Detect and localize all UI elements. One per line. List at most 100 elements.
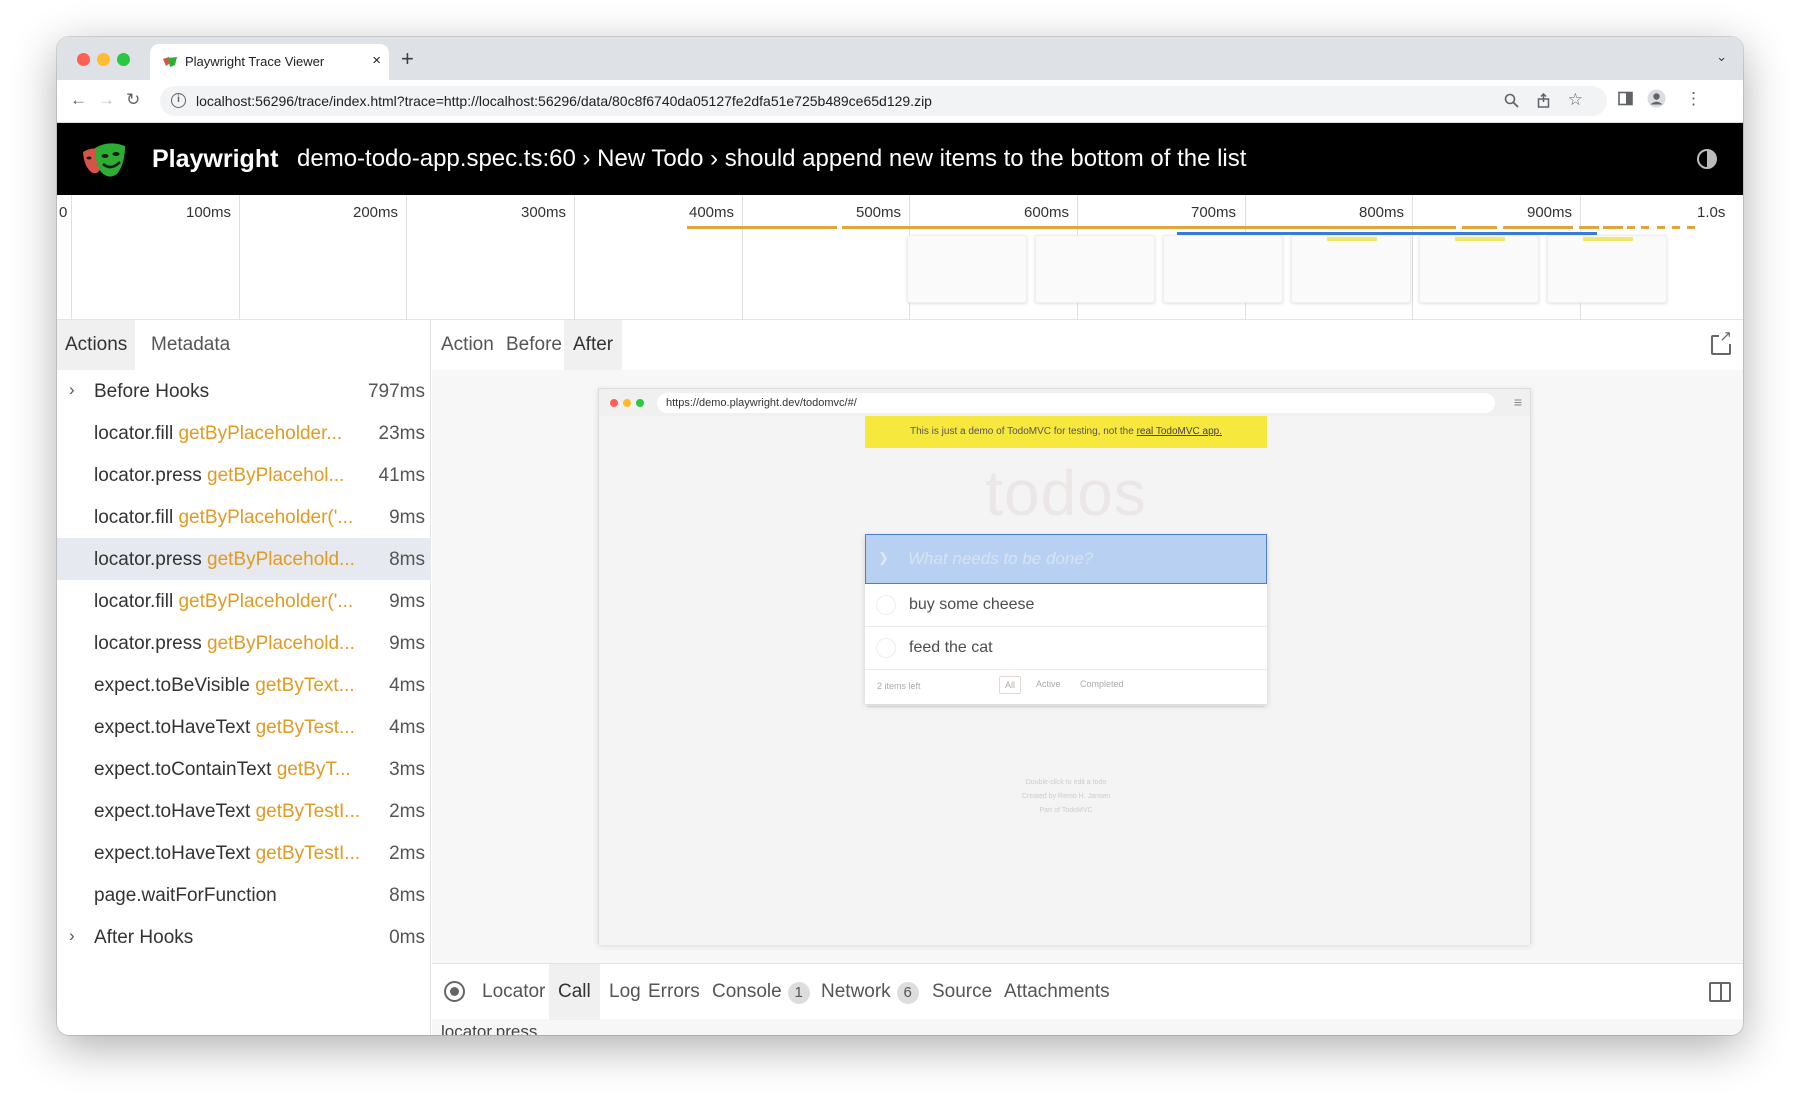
browser-tab[interactable]: Playwright Trace Viewer ×: [150, 44, 389, 80]
todo-checkbox[interactable]: [876, 638, 896, 658]
tab-before[interactable]: Before: [497, 320, 571, 370]
share-icon[interactable]: [1536, 93, 1551, 108]
todo-checkbox[interactable]: [876, 595, 896, 615]
timeline-action-bar[interactable]: [1641, 226, 1649, 229]
action-row[interactable]: locator.fill getByPlaceholder('... 9ms: [57, 496, 431, 538]
timeline-tick-label: 600ms: [1024, 204, 1070, 221]
action-row[interactable]: locator.press getByPlacehol... 41ms: [57, 454, 431, 496]
timeline-action-bar[interactable]: [1672, 226, 1680, 229]
todo-item[interactable]: buy some cheese: [865, 584, 1267, 627]
filmstrip-thumbnail[interactable]: [1163, 235, 1283, 303]
open-in-new-window-icon[interactable]: [1711, 329, 1732, 355]
action-duration: 3ms: [389, 759, 425, 780]
toggle-all-chevron-icon[interactable]: ❯: [878, 550, 889, 566]
action-row[interactable]: locator.fill getByPlaceholder('... 9ms: [57, 580, 431, 622]
tab-actions[interactable]: Actions: [57, 320, 136, 370]
timeline-action-bar[interactable]: [1687, 226, 1695, 229]
side-panel-icon[interactable]: [1618, 91, 1633, 106]
action-duration: 797ms: [367, 381, 425, 402]
action-duration: 23ms: [378, 423, 425, 444]
hamburger-menu-icon[interactable]: ≡: [1514, 394, 1522, 410]
close-window-button[interactable]: [77, 53, 90, 66]
minimize-window-button[interactable]: [97, 53, 110, 66]
real-todomvc-link[interactable]: real TodoMVC app.: [1137, 426, 1222, 437]
action-row[interactable]: locator.fill getByPlaceholder... 23ms: [57, 412, 431, 454]
theme-toggle-icon[interactable]: [1697, 149, 1717, 169]
bookmark-star-icon[interactable]: ☆: [1568, 90, 1583, 110]
timeline-action-bar[interactable]: [1503, 226, 1573, 229]
forward-arrow-icon[interactable]: →: [98, 90, 115, 110]
tab-title: Playwright Trace Viewer: [185, 54, 325, 69]
todo-info-footer: Double-click to edit a todo Created by R…: [865, 776, 1267, 818]
tab-after[interactable]: After: [564, 320, 623, 370]
filter-active[interactable]: Active: [1031, 676, 1066, 692]
timeline-action-bar[interactable]: [1657, 226, 1665, 229]
timeline-action-bar[interactable]: [1579, 226, 1599, 229]
tab-attachments[interactable]: Attachments: [995, 964, 1119, 1020]
action-duration: 9ms: [389, 633, 425, 654]
timeline-tick-label: 100ms: [186, 204, 232, 221]
snapshot-panel: Action Before After https://demo.playwri…: [432, 320, 1743, 1035]
toggle-sidebar-icon[interactable]: [1709, 982, 1731, 1002]
new-tab-button[interactable]: +: [401, 46, 414, 72]
filmstrip-thumbnail[interactable]: [1547, 235, 1667, 303]
action-row[interactable]: expect.toBeVisible getByText... 4ms: [57, 664, 431, 706]
timeline-action-bar[interactable]: [1462, 226, 1497, 229]
todo-item[interactable]: feed the cat: [865, 627, 1267, 670]
action-row[interactable]: expect.toHaveText getByTestI... 2ms: [57, 790, 431, 832]
tab-close-icon[interactable]: ×: [372, 52, 381, 69]
new-todo-input[interactable]: ❯ What needs to be done?: [865, 534, 1267, 584]
kebab-menu-icon[interactable]: ⋮: [1685, 89, 1702, 109]
filmstrip-thumbnail[interactable]: [1035, 235, 1155, 303]
tab-errors[interactable]: Errors: [639, 964, 709, 1020]
zoom-icon[interactable]: [1504, 93, 1519, 108]
timeline-action-bar[interactable]: [1603, 226, 1623, 229]
action-row[interactable]: page.waitForFunction 8ms: [57, 874, 431, 916]
tab-console[interactable]: Console 1: [703, 964, 819, 1020]
timeline-tick: [574, 195, 575, 320]
zoom-window-button[interactable]: [117, 53, 130, 66]
tab-network[interactable]: Network 6: [812, 964, 928, 1020]
reload-icon[interactable]: ↻: [126, 90, 140, 110]
filmstrip-thumbnail[interactable]: [1419, 235, 1539, 303]
filter-all[interactable]: All: [999, 676, 1022, 694]
playwright-favicon-icon: [163, 57, 177, 67]
timeline-action-bar[interactable]: [842, 226, 1456, 229]
tab-search-icon[interactable]: ⌄: [1716, 49, 1727, 65]
timeline-action-bar[interactable]: [1627, 226, 1635, 229]
dom-snapshot[interactable]: https://demo.playwright.dev/todomvc/#/ ≡…: [598, 388, 1531, 945]
action-row-after-hooks[interactable]: › After Hooks 0ms: [57, 916, 431, 958]
action-name: Before Hooks: [94, 381, 210, 402]
snapshot-dot: [610, 399, 618, 407]
address-bar[interactable]: i localhost:56296/trace/index.html?trace…: [160, 86, 1607, 116]
timeline-tick: [742, 195, 743, 320]
chevron-right-icon[interactable]: ›: [69, 926, 75, 946]
tab-call[interactable]: Call: [549, 964, 600, 1020]
timeline[interactable]: 0 100ms 200ms 300ms 400ms 500ms 600ms 70…: [57, 195, 1743, 320]
console-count-badge: 1: [787, 982, 810, 1004]
tab-action[interactable]: Action: [432, 320, 503, 370]
tab-metadata[interactable]: Metadata: [143, 320, 238, 370]
snapshot-url: https://demo.playwright.dev/todomvc/#/: [657, 393, 1495, 413]
filmstrip-thumbnail[interactable]: [907, 235, 1027, 303]
action-row[interactable]: locator.press getByPlacehold... 9ms: [57, 622, 431, 664]
filter-completed[interactable]: Completed: [1075, 676, 1129, 692]
action-row-selected[interactable]: locator.press getByPlacehold... 8ms: [57, 538, 431, 580]
address-url[interactable]: localhost:56296/trace/index.html?trace=h…: [196, 93, 932, 109]
action-row[interactable]: expect.toContainText getByT... 3ms: [57, 748, 431, 790]
filmstrip-thumbnail[interactable]: [1291, 235, 1411, 303]
timeline-action-bar[interactable]: [687, 226, 837, 229]
pick-locator-icon[interactable]: [444, 981, 465, 1002]
tab-locator[interactable]: Locator: [473, 964, 554, 1020]
back-arrow-icon[interactable]: ←: [70, 90, 87, 110]
profile-avatar-icon[interactable]: [1647, 89, 1666, 108]
action-row[interactable]: expect.toHaveText getByTest... 4ms: [57, 706, 431, 748]
tab-source[interactable]: Source: [923, 964, 1001, 1020]
action-row-before-hooks[interactable]: › Before Hooks 797ms: [57, 370, 431, 412]
action-row[interactable]: expect.toHaveText getByTestI... 2ms: [57, 832, 431, 874]
action-name: expect.toContainText getByT...: [94, 759, 351, 780]
details-tab-bar: Locator Call Log Errors Console 1 Network…: [432, 963, 1743, 1020]
chevron-right-icon[interactable]: ›: [69, 380, 75, 400]
action-duration: 0ms: [389, 927, 425, 948]
site-info-icon[interactable]: i: [171, 93, 186, 108]
